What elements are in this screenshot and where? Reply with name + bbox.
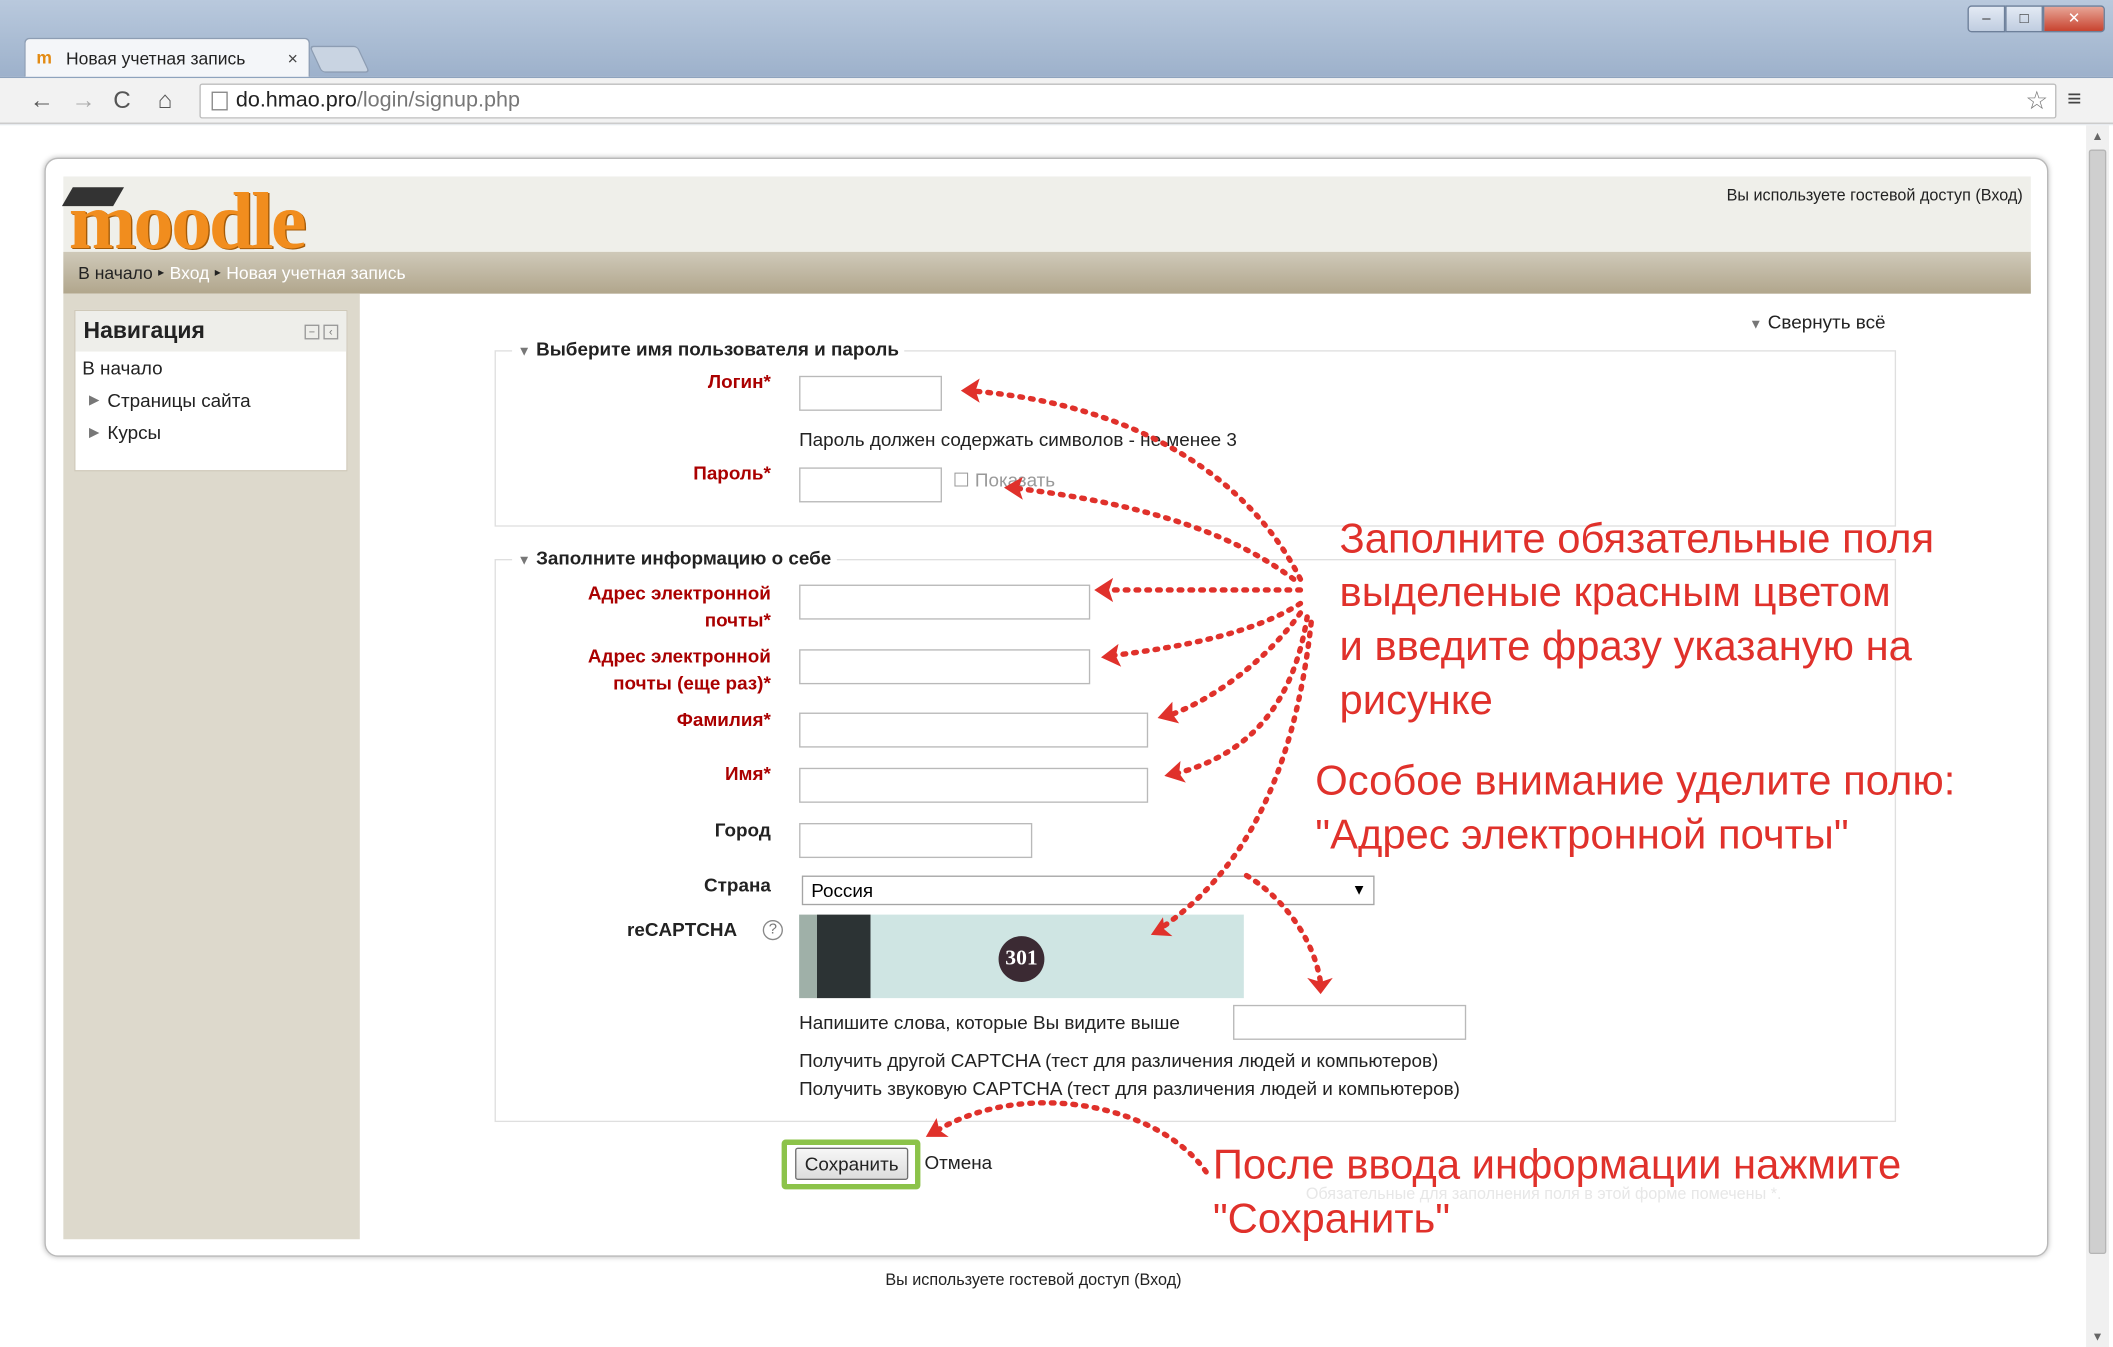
annotation-email-attention: Особое внимание уделите полю: "Адрес эле…: [1315, 757, 1956, 859]
password-label: Пароль*: [693, 462, 771, 484]
login-info[interactable]: Вы используете гостевой доступ (Вход): [1727, 186, 2023, 205]
captcha-audio-link[interactable]: Получить звуковую CAPTCHA (тест для разл…: [799, 1078, 1460, 1100]
reload-icon[interactable]: C: [113, 86, 131, 114]
breadcrumb-login[interactable]: Вход: [170, 263, 210, 283]
navigation-block: Навигация − ‹ В начало ▶ Страницы сайта ▶…: [74, 309, 348, 472]
page-icon: [211, 91, 228, 111]
city-label: Город: [714, 818, 771, 841]
scroll-down-icon[interactable]: ▼: [2086, 1325, 2109, 1347]
maximize-button[interactable]: □: [2005, 5, 2043, 33]
sidebar: Навигация − ‹ В начало ▶ Страницы сайта ▶…: [63, 293, 360, 1240]
annotation-fill-required: Заполните обязательные поля выделеные кр…: [1339, 514, 1935, 724]
browser-menu-icon[interactable]: ≡: [2067, 85, 2081, 113]
cancel-button[interactable]: Отмена: [924, 1152, 992, 1174]
close-window-button[interactable]: ✕: [2042, 5, 2105, 33]
address-bar[interactable]: do.hmao.pro/login/signup.php ☆: [199, 83, 2057, 119]
scroll-thumb[interactable]: [2088, 149, 2107, 1255]
login-label: Логин*: [707, 370, 771, 392]
collapse-all-link[interactable]: ▼ Свернуть всё: [1749, 311, 1885, 333]
tab-close-icon[interactable]: ×: [288, 48, 298, 68]
moodle-favicon-icon: m: [36, 47, 52, 68]
page-header: moodle Вы используете гостевой доступ (В…: [61, 176, 2031, 294]
nav-item-courses[interactable]: ▶ Курсы: [75, 416, 346, 448]
moodle-logo[interactable]: moodle: [69, 180, 307, 261]
minimize-block-icon[interactable]: −: [304, 323, 320, 339]
browser-toolbar: ← → C ⌂ do.hmao.pro/login/signup.php ☆ ≡: [0, 78, 2113, 124]
email-input[interactable]: [799, 584, 1091, 620]
save-button[interactable]: Сохранить: [795, 1147, 909, 1180]
legend-credentials[interactable]: ▼ Выберите имя пользователя и пароль: [512, 338, 905, 360]
expand-arrow-icon: ▶: [88, 424, 100, 440]
captcha-other-link[interactable]: Получить другой CAPTCHA (тест для различ…: [799, 1049, 1438, 1071]
annotation-press-save: После ввода информации нажмите "Сохранит…: [1212, 1140, 1902, 1242]
recaptcha-label: reCAPTCHA: [627, 918, 738, 941]
home-icon[interactable]: ⌂: [158, 86, 173, 114]
navigation-title: Навигация: [83, 317, 205, 344]
show-password-checkbox[interactable]: ☐ Показать: [953, 469, 1055, 492]
surname-label: Фамилия*: [676, 708, 771, 731]
surname-input[interactable]: [799, 712, 1149, 748]
forward-icon[interactable]: →: [71, 86, 95, 114]
nav-item-site-pages[interactable]: ▶ Страницы сайта: [75, 384, 346, 416]
back-icon[interactable]: ←: [30, 86, 54, 114]
captcha-code: 301: [998, 936, 1045, 982]
breadcrumb-home[interactable]: В начало: [78, 263, 153, 283]
bookmark-star-icon[interactable]: ☆: [2025, 86, 2048, 117]
password-hint: Пароль должен содержать символов - не ме…: [799, 428, 1237, 450]
captcha-input[interactable]: [1233, 1004, 1467, 1040]
help-icon[interactable]: ?: [762, 920, 783, 941]
email-label: Адрес электронной почты*: [587, 581, 771, 631]
breadcrumb-separator-icon: ▸: [214, 265, 221, 279]
breadcrumb-current: Новая учетная запись: [226, 262, 406, 283]
new-tab-button[interactable]: [309, 45, 371, 73]
browser-tab[interactable]: m Новая учетная запись ×: [24, 37, 310, 77]
captcha-prompt: Напишите слова, которые Вы видите выше: [799, 1011, 1180, 1034]
dock-block-icon[interactable]: ‹: [323, 323, 339, 339]
legend-profile[interactable]: ▼ Заполните информацию о себе: [512, 546, 837, 569]
captcha-image: 301: [799, 914, 1244, 999]
tab-title: Новая учетная запись: [66, 47, 246, 69]
breadcrumb-separator-icon: ▸: [158, 265, 165, 279]
url-path: /login/signup.php: [356, 88, 520, 112]
email-confirm-label: Адрес электронной почты (еще раз)*: [587, 645, 771, 694]
password-input[interactable]: [799, 467, 942, 503]
footer-login-info[interactable]: Вы используете гостевой доступ (Вход): [885, 1270, 1181, 1289]
minimize-button[interactable]: –: [1967, 5, 2006, 33]
breadcrumb: В начало ▸ Вход ▸ Новая учетная запись: [63, 251, 2031, 294]
url-host: do.hmao.pro: [235, 88, 357, 112]
login-input[interactable]: [799, 375, 942, 411]
nav-item-home[interactable]: В начало: [75, 352, 346, 384]
country-select[interactable]: Россия ▼: [801, 875, 1375, 906]
name-label: Имя*: [724, 762, 771, 784]
country-label: Страна: [704, 874, 771, 896]
email-confirm-input[interactable]: [799, 649, 1091, 685]
name-input[interactable]: [799, 767, 1149, 803]
dropdown-arrow-icon: ▼: [1351, 882, 1367, 899]
city-input[interactable]: [799, 823, 1033, 859]
scrollbar[interactable]: ▲ ▼: [2086, 125, 2109, 1347]
window-titlebar: m Новая учетная запись × – □ ✕: [0, 0, 2113, 79]
scroll-up-icon[interactable]: ▲: [2086, 125, 2109, 147]
expand-arrow-icon: ▶: [88, 392, 100, 408]
